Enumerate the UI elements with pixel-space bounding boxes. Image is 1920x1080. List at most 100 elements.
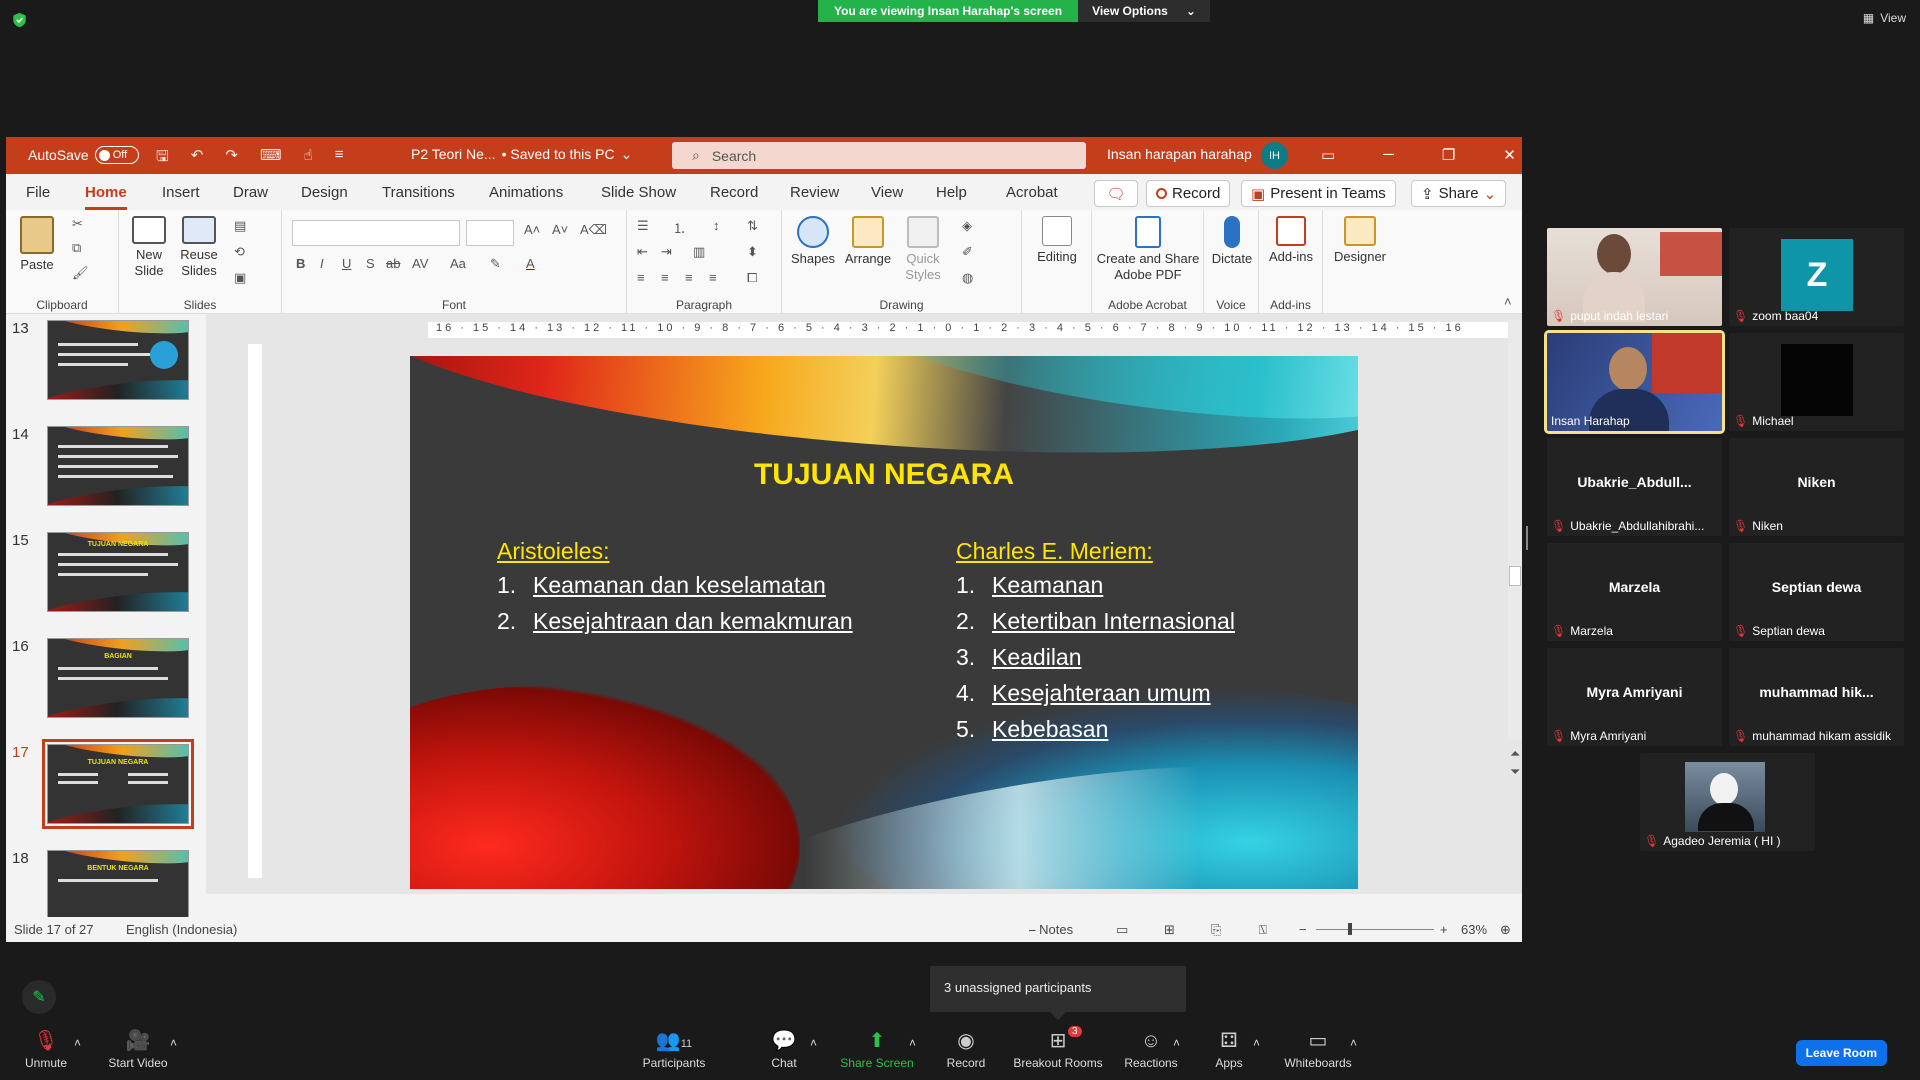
ribbon-display-icon[interactable]: ▭ — [1321, 146, 1335, 164]
align-center-icon[interactable]: ≡ — [661, 270, 669, 285]
start-video-button[interactable]: 🎥 Start Video — [106, 1026, 170, 1070]
add-ins-button[interactable]: Add-ins — [1265, 216, 1317, 265]
shape-effects-icon[interactable]: ◍ — [962, 270, 973, 286]
zoom-in-icon[interactable]: + — [1440, 922, 1448, 937]
shadow-icon[interactable]: S — [366, 256, 375, 271]
change-case-icon[interactable]: Aa — [450, 256, 466, 271]
shape-outline-icon[interactable]: ✐ — [962, 244, 973, 260]
clear-format-icon[interactable]: A⌫ — [580, 222, 607, 238]
slide-scrollbar[interactable] — [1508, 320, 1522, 740]
left-column-heading[interactable]: Aristoieles: — [497, 538, 609, 565]
quick-styles-button[interactable]: Quick Styles — [900, 216, 946, 282]
minimize-icon[interactable]: ─ — [1383, 146, 1394, 164]
whiteboards-caret-icon[interactable]: ˄ — [1350, 1036, 1357, 1050]
reactions-button[interactable]: ☺ Reactions — [1124, 1026, 1178, 1070]
format-painter-icon[interactable]: 🖌 — [72, 265, 89, 281]
tab-acrobat[interactable]: Acrobat — [1006, 184, 1058, 201]
bullets-icon[interactable]: ☰ — [637, 218, 649, 234]
record-meeting-button[interactable]: ◉ Record — [944, 1026, 988, 1070]
layout-icon[interactable]: ▤ — [234, 218, 246, 234]
unmute-button[interactable]: 🎙 Unmute — [22, 1026, 70, 1070]
shape-fill-icon[interactable]: ◈ — [962, 218, 972, 234]
strikethrough-icon[interactable]: ab — [386, 256, 400, 271]
participant-tile[interactable]: 🎙 puput indah lestari — [1547, 228, 1722, 326]
previous-slide-icon[interactable]: ⏶ — [1510, 746, 1520, 762]
justify-icon[interactable]: ≡ — [709, 270, 717, 285]
slide-sorter-icon[interactable]: ⊞ — [1164, 922, 1175, 938]
participant-tile[interactable]: Niken 🎙 Niken — [1729, 438, 1904, 536]
tab-help[interactable]: Help — [936, 184, 967, 201]
left-list[interactable]: 1. Keamanan dan keselamatan 2. Kesejahtraa… — [497, 572, 853, 644]
view-button[interactable]: ▦ View — [1863, 11, 1906, 25]
arrange-button[interactable]: Arrange — [842, 216, 894, 267]
leave-room-button[interactable]: Leave Room — [1795, 1040, 1887, 1066]
participant-tile[interactable]: Marzela 🎙 Marzela — [1547, 543, 1722, 641]
restore-icon[interactable]: ❐ — [1442, 146, 1455, 164]
chat-button[interactable]: 💬 Chat — [765, 1026, 803, 1070]
breakout-rooms-button[interactable]: ⊞ 3 Breakout Rooms — [1012, 1026, 1104, 1070]
new-slide-button[interactable]: New Slide — [127, 216, 171, 278]
line-spacing-icon[interactable]: ↕ — [713, 218, 720, 233]
char-spacing-icon[interactable]: AV — [412, 256, 428, 271]
align-text-icon[interactable]: ⬍ — [747, 244, 758, 260]
tab-home[interactable]: Home — [85, 184, 127, 210]
share-button[interactable]: ⇪ Share ⌄ — [1411, 180, 1507, 207]
reading-view-icon[interactable]: ⎘ — [1211, 922, 1221, 938]
record-button[interactable]: Record — [1146, 180, 1231, 207]
columns-icon[interactable]: ▥ — [693, 244, 705, 260]
video-options-caret-icon[interactable]: ˄ — [170, 1036, 177, 1050]
whiteboards-button[interactable]: ▭ Whiteboards — [1282, 1026, 1354, 1070]
editing-button[interactable]: Editing — [1030, 216, 1084, 265]
close-icon[interactable]: ✕ — [1503, 146, 1516, 164]
comments-button[interactable]: 🗨 — [1094, 180, 1138, 207]
share-screen-button[interactable]: ⬆ Share Screen — [840, 1026, 914, 1070]
text-direction-icon[interactable]: ⇅ — [747, 218, 758, 234]
apps-caret-icon[interactable]: ˄ — [1253, 1036, 1260, 1050]
paste-button[interactable]: Paste — [16, 216, 58, 273]
copy-icon[interactable]: ⧉ — [72, 240, 81, 256]
search-box[interactable]: ⌕ Search — [672, 142, 1086, 169]
annotate-pencil-icon[interactable]: ✎ — [22, 980, 56, 1014]
participant-tile[interactable]: muhammad hik... 🎙 muhammad hikam assidik — [1729, 648, 1904, 746]
right-column-heading[interactable]: Charles E. Meriem: — [956, 538, 1153, 565]
participant-tile[interactable]: Septian dewa 🎙 Septian dewa — [1729, 543, 1904, 641]
user-name[interactable]: Insan harapan harahap — [1107, 146, 1252, 162]
tab-review[interactable]: Review — [790, 184, 839, 201]
tab-slide-show[interactable]: Slide Show — [601, 184, 676, 201]
slide-thumbnail[interactable] — [47, 426, 189, 506]
reset-icon[interactable]: ⟲ — [234, 244, 245, 260]
indent-decrease-icon[interactable]: ⇤ — [637, 244, 648, 260]
user-avatar[interactable]: IH — [1261, 142, 1288, 169]
dictate-button[interactable]: Dictate — [1210, 216, 1254, 267]
present-icon[interactable]: ⌨ — [260, 146, 282, 171]
scroll-thumb[interactable] — [1509, 566, 1521, 586]
view-options-button[interactable]: View Options ⌄ — [1078, 0, 1210, 22]
slideshow-icon[interactable]: ⍂ — [1259, 922, 1267, 938]
participant-tile[interactable]: Ubakrie_Abdull... 🎙 Ubakrie_Abdullahibrah… — [1547, 438, 1722, 536]
slide-thumbnail[interactable]: BAGIAN — [47, 638, 189, 718]
create-adobe-pdf-button[interactable]: Create and Share Adobe PDF — [1096, 216, 1200, 282]
slide-thumbnail[interactable]: TUJUAN NEGARA — [47, 532, 189, 612]
bold-icon[interactable]: B — [296, 256, 305, 271]
normal-view-icon[interactable]: ▭ — [1116, 922, 1128, 938]
touch-mode-icon[interactable]: ☝ — [304, 146, 313, 171]
cut-icon[interactable]: ✂ — [72, 216, 83, 232]
tab-insert[interactable]: Insert — [162, 184, 200, 201]
autosave-control[interactable]: AutoSave Off — [28, 146, 139, 164]
notes-button[interactable]: ⎯ Notes — [1029, 922, 1073, 938]
tab-file[interactable]: File — [26, 184, 50, 201]
language-indicator[interactable]: English (Indonesia) — [126, 922, 237, 937]
numbering-icon[interactable]: ⒈ — [673, 218, 686, 237]
participant-tile[interactable]: Z 🎙 zoom baa04 — [1729, 228, 1904, 326]
collapse-ribbon-icon[interactable]: ˄ — [1504, 294, 1512, 309]
active-speaker-tile[interactable]: Insan Harahap — [1544, 330, 1725, 434]
save-icon[interactable]: 🖫 — [156, 146, 169, 171]
smartart-icon[interactable]: ⧠ — [747, 270, 757, 286]
customize-toolbar-icon[interactable]: ≡ — [335, 146, 344, 171]
participant-tile[interactable]: Myra Amriyani 🎙 Myra Amriyani — [1547, 648, 1722, 746]
tab-view[interactable]: View — [871, 184, 903, 201]
tab-draw[interactable]: Draw — [233, 184, 268, 201]
participant-tile[interactable]: 🎙 Michael — [1729, 333, 1904, 431]
reactions-caret-icon[interactable]: ˄ — [1173, 1036, 1180, 1050]
slide-title[interactable]: TUJUAN NEGARA — [410, 458, 1358, 492]
